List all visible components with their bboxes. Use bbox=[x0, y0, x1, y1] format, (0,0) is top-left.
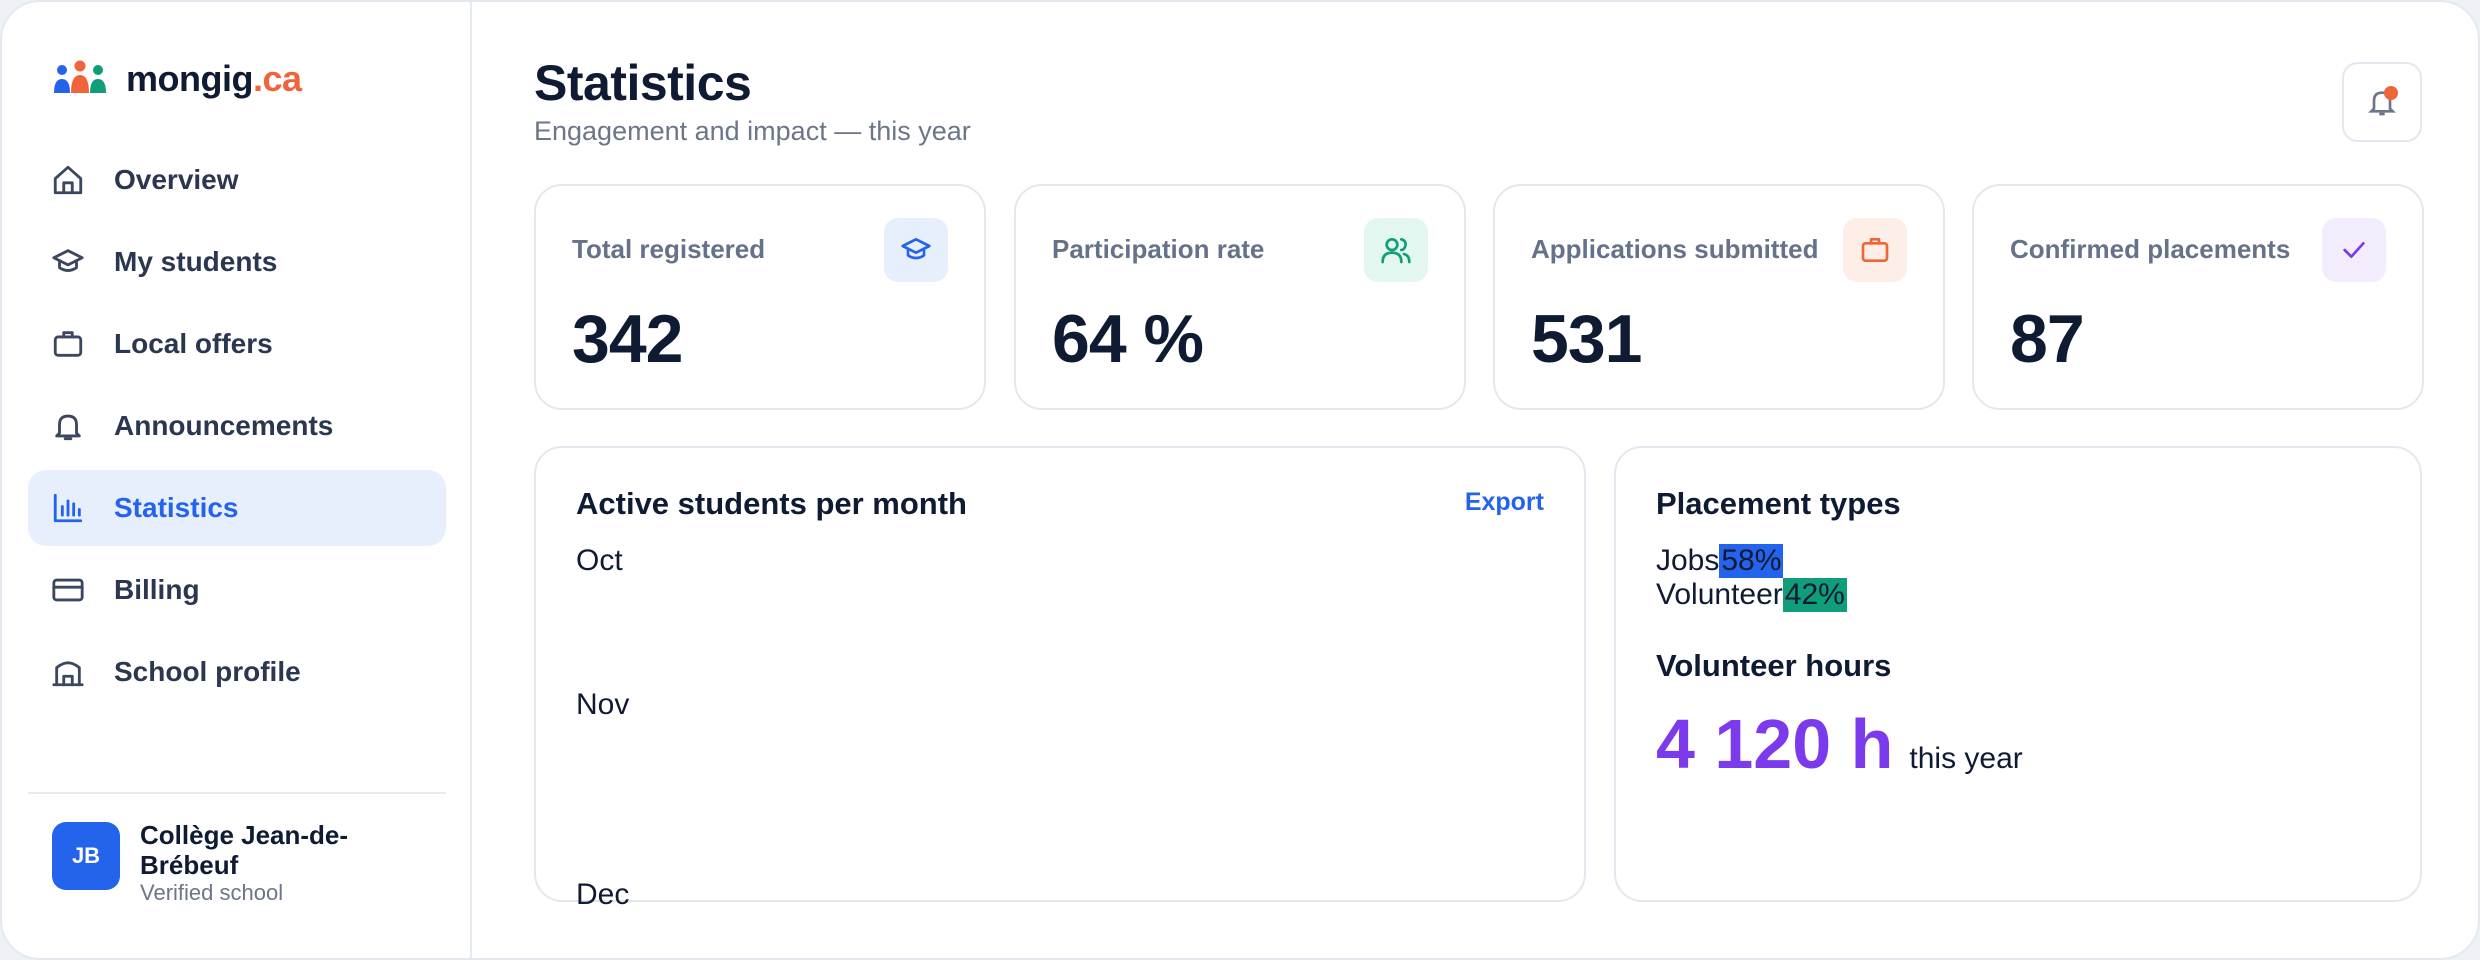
users-icon bbox=[1364, 218, 1428, 282]
main-content: Statistics Engagement and impact — this … bbox=[474, 2, 2478, 958]
placement-type-label: Volunteer bbox=[1656, 578, 1783, 611]
school-status: Verified school bbox=[140, 880, 284, 905]
home-icon bbox=[50, 162, 86, 198]
notification-dot bbox=[2384, 86, 2398, 100]
avatar: JB bbox=[52, 822, 120, 890]
placement-type-jobs: Jobs 58% bbox=[1656, 544, 1784, 578]
month-label-oct: Oct bbox=[576, 544, 623, 577]
graduation-cap-icon bbox=[884, 218, 948, 282]
sidebar-item-label: Local offers bbox=[114, 328, 273, 359]
school-name: Collège Jean-de-Brébeuf bbox=[140, 820, 349, 880]
stat-label: Applications submitted bbox=[1531, 234, 1819, 264]
sidebar-item-my-students[interactable]: My students bbox=[28, 224, 446, 300]
placement-type-pct: 42% bbox=[1782, 578, 1847, 612]
panel-title: Placement types bbox=[1656, 486, 1901, 521]
bell-icon bbox=[50, 408, 86, 444]
sidebar-item-announcements[interactable]: Announcements bbox=[28, 388, 446, 464]
sidebar-item-school-profile[interactable]: School profile bbox=[28, 634, 446, 710]
brand-name: mongig.ca bbox=[126, 58, 302, 99]
placement-types-panel: Placement types Jobs 58% Volunteer 42% Vol… bbox=[1614, 446, 2422, 902]
sidebar-item-label: Statistics bbox=[114, 492, 239, 523]
sidebar-item-label: Billing bbox=[114, 574, 200, 605]
stat-card-confirmed-placements: Confirmed placements 87 bbox=[1972, 184, 2424, 410]
active-students-panel: Active students per month Export Oct Nov… bbox=[534, 446, 1586, 911]
school-account[interactable]: JB Collège Jean-de-Brébeuf Verified scho… bbox=[28, 792, 446, 906]
month-label-dec: Dec bbox=[576, 878, 630, 911]
app-window: mongig.ca Overview My students Local off… bbox=[0, 0, 2480, 960]
sidebar-item-label: My students bbox=[114, 246, 278, 277]
month-label-nov: Nov bbox=[576, 688, 630, 721]
credit-card-icon bbox=[50, 572, 86, 608]
brand-logo[interactable]: mongig.ca bbox=[52, 54, 302, 104]
placement-type-label: Jobs bbox=[1656, 544, 1720, 577]
briefcase-icon bbox=[50, 326, 86, 362]
page-title: Statistics bbox=[534, 55, 752, 111]
school-building-icon bbox=[50, 654, 86, 690]
stat-value: 531 bbox=[1531, 301, 1642, 377]
placement-type-pct: 58% bbox=[1719, 544, 1784, 578]
volunteer-hours-value: 4 120 h bbox=[1656, 705, 1894, 783]
stat-value: 342 bbox=[572, 301, 683, 377]
stat-label: Participation rate bbox=[1052, 234, 1265, 264]
volunteer-hours-unit: this year bbox=[1909, 742, 2023, 775]
volunteer-hours: 4 120 h this year bbox=[1656, 704, 2023, 784]
page-subtitle: Engagement and impact — this year bbox=[534, 116, 971, 146]
sidebar-item-label: School profile bbox=[114, 656, 301, 687]
sidebar-item-billing[interactable]: Billing bbox=[28, 552, 446, 628]
briefcase-icon bbox=[1843, 218, 1907, 282]
graduation-cap-icon bbox=[50, 244, 86, 280]
sidebar-nav: Overview My students Local offers Announ… bbox=[28, 142, 446, 716]
export-button[interactable]: Export bbox=[1465, 488, 1544, 517]
bar-chart-icon bbox=[50, 490, 86, 526]
stat-card-participation-rate: Participation rate 64 % bbox=[1014, 184, 1466, 410]
stat-label: Total registered bbox=[572, 234, 766, 264]
volunteer-hours-title: Volunteer hours bbox=[1656, 648, 1892, 683]
sidebar-item-label: Announcements bbox=[114, 410, 334, 441]
stat-value: 87 bbox=[2010, 301, 2085, 377]
stat-card-applications-submitted: Applications submitted 531 bbox=[1493, 184, 1945, 410]
stat-card-total-registered: Total registered 342 bbox=[534, 184, 986, 410]
sidebar-item-local-offers[interactable]: Local offers bbox=[28, 306, 446, 382]
stat-label: Confirmed placements bbox=[2010, 234, 2291, 264]
notifications-button[interactable] bbox=[2342, 62, 2422, 142]
check-icon bbox=[2322, 218, 2386, 282]
sidebar: mongig.ca Overview My students Local off… bbox=[2, 2, 472, 958]
sidebar-item-overview[interactable]: Overview bbox=[28, 142, 446, 218]
sidebar-item-label: Overview bbox=[114, 164, 239, 195]
sidebar-item-statistics[interactable]: Statistics bbox=[28, 470, 446, 546]
stat-value: 64 % bbox=[1052, 301, 1204, 377]
placement-type-volunteer: Volunteer 42% bbox=[1656, 578, 1847, 612]
logo-people-icon bbox=[54, 60, 106, 93]
panel-title: Active students per month bbox=[576, 486, 967, 521]
school-info: Collège Jean-de-Brébeuf Verified school bbox=[140, 820, 390, 906]
